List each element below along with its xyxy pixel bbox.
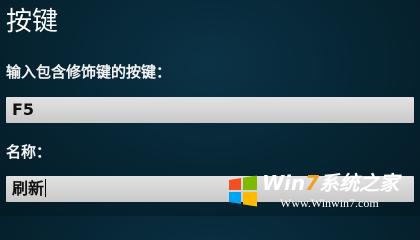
text-caret [45, 179, 47, 197]
watermark: Win7系统之家 Www.Winwin7.com [226, 172, 416, 212]
watermark-brand-suffix: 系统之家 [319, 171, 400, 195]
name-input-value: 刷新 [12, 179, 45, 198]
shortcut-field-label: 输入包含修饰键的按键： [6, 63, 172, 81]
name-field-label: 名称： [6, 143, 52, 161]
watermark-brand-digit: 7 [305, 171, 320, 195]
shortcut-input[interactable]: F5 [6, 97, 414, 123]
shortcut-input-value: F5 [12, 100, 35, 119]
watermark-brand: Win7系统之家 [262, 172, 399, 194]
watermark-brand-prefix: Win [262, 171, 306, 195]
windows-logo-icon [229, 175, 257, 207]
watermark-url: Www.Winwin7.com [280, 196, 379, 210]
page-title: 按键 [6, 7, 59, 37]
